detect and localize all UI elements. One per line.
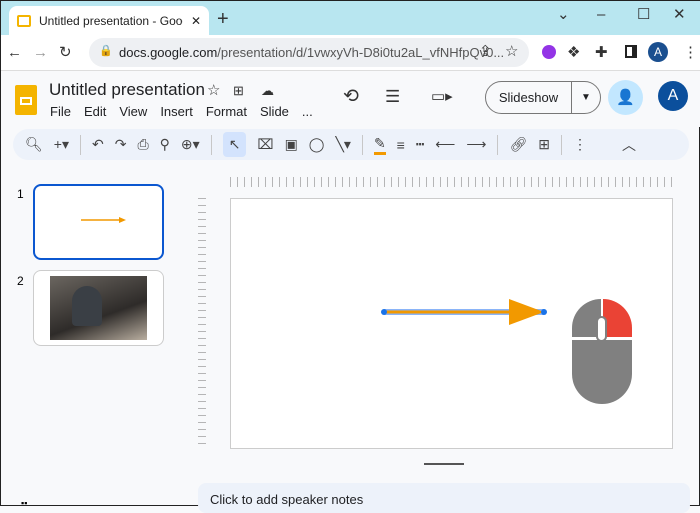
zoom-icon[interactable]: ⊕▾ [181,136,200,153]
menu-file[interactable]: File [50,104,71,119]
image-icon[interactable]: ▣ [285,136,298,153]
divider [361,134,363,155]
close-tab-icon[interactable]: ✕ [191,14,201,28]
close-window-icon[interactable]: ✕ [673,5,686,25]
extensions-puzzle-icon[interactable]: ✚ [595,43,608,63]
undo-icon[interactable]: ↶ [92,136,104,153]
print-icon[interactable]: ⎙ [137,136,148,153]
toolbar: 🔍︎ +▾ ↶ ↷ ⎙ ⚲ ⊕▾ ↖ ⌧ ▣ ◯ ╲▾ ✎ ≡ ┅ ⟵ ⟶ 🔗︎… [13,129,689,160]
notes-resize-handle[interactable] [424,463,464,465]
bookmark-star-icon[interactable]: ☆ [505,42,518,62]
forward-icon[interactable]: → [33,43,48,63]
star-icon[interactable]: ☆ [207,81,220,101]
divider [560,134,562,155]
slides-favicon-icon [17,14,31,27]
border-color-icon[interactable]: ✎ [373,135,386,155]
line-start-icon[interactable]: ⟵ [435,136,455,153]
cloud-status-icon: ☁ [261,83,274,98]
redo-icon[interactable]: ↷ [115,136,127,153]
address-bar-row: ← → ↻ 🔒 docs.google.com/presentation/d/1… [1,35,700,71]
line-end-icon[interactable]: ⟶ [466,136,486,153]
url-input[interactable]: 🔒 docs.google.com/presentation/d/1vwxyVh… [89,38,529,67]
account-avatar[interactable]: A [658,81,688,111]
slide-number: 2 [17,274,24,288]
slideshow-label: Slideshow [486,82,572,113]
horizontal-ruler [230,177,673,187]
menu-more[interactable]: ... [302,104,313,119]
url-path: /presentation/d/1vwxyVh-D8i0tu2aL_vfNHfp… [217,45,505,60]
divider [210,134,212,155]
vertical-ruler [198,198,206,449]
speaker-notes[interactable]: Click to add speaker notes [198,483,690,513]
slide-number: 1 [17,187,24,201]
menu-bar: File Edit View Insert Format Slide... [50,103,326,121]
slide-canvas[interactable] [230,198,673,449]
collapse-toolbar-icon[interactable]: ︿ [622,135,636,155]
comments-icon[interactable]: ☰ [385,87,400,107]
side-panel-icon[interactable] [625,45,637,58]
tab-title: Untitled presentation - Google Sl [39,13,183,28]
arrow-thumbnail [81,217,126,223]
document-title[interactable]: Untitled presentation [49,80,205,100]
version-history-icon[interactable]: ⟲ [343,87,359,107]
text-box-icon[interactable]: ⌧ [257,136,273,153]
slides-logo-icon [15,85,37,115]
divider [79,134,81,155]
search-icon[interactable]: 🔍︎ [25,136,43,153]
browser-menu-icon[interactable]: ⋮ [683,43,698,63]
menu-format[interactable]: Format [206,104,247,119]
grid-view-icon[interactable]: ▪▪ [21,498,27,508]
slide-thumbnail-1[interactable] [33,184,164,260]
border-weight-icon[interactable]: ≡ [397,137,405,153]
docs-header: Untitled presentation ☆ ⊞ ☁ File Edit View… [1,71,700,127]
new-slide-icon[interactable]: +▾ [54,136,69,153]
divider [497,134,499,155]
maximize-icon[interactable]: ☐ [637,5,650,25]
slide-content [381,299,632,404]
move-folder-icon[interactable]: ⊞ [233,81,244,101]
new-tab-icon[interactable]: + [217,9,229,29]
mouse-icon [572,299,632,404]
back-icon[interactable]: ← [7,43,22,63]
selection-handle [381,309,387,315]
extension-icon[interactable] [542,45,556,59]
share-icon[interactable]: ⇪ [479,42,492,62]
shape-icon[interactable]: ◯ [309,136,325,153]
arrow-head [509,299,544,325]
share-add-person-icon[interactable]: 👤 [608,80,643,115]
menu-slide[interactable]: Slide [260,104,289,119]
chevron-down-icon[interactable]: ⌄ [557,5,570,25]
slideshow-button[interactable]: Slideshow ▼ [485,81,601,114]
link-icon[interactable]: 🔗︎ [509,136,527,153]
more-icon[interactable]: ⋮ [573,136,587,153]
selection-handle [541,309,547,315]
slideshow-dropdown-icon[interactable]: ▼ [572,92,600,103]
menu-view[interactable]: View [119,104,147,119]
line-icon[interactable]: ╲▾ [335,136,350,153]
tab-bar: Untitled presentation - Google Sl ✕ + ⌄ … [1,1,700,35]
paint-format-icon[interactable]: ⚲ [160,136,170,153]
meet-camera-icon[interactable]: ▭▸ [431,87,453,107]
menu-insert[interactable]: Insert [160,104,193,119]
menu-edit[interactable]: Edit [84,104,106,119]
add-comment-icon[interactable]: ⊞ [538,136,550,153]
reload-icon[interactable]: ↻ [59,43,72,63]
slide-thumbnail-2[interactable] [33,270,164,346]
select-cursor-icon[interactable]: ↖ [222,132,247,157]
speaker-notes-placeholder: Click to add speaker notes [210,492,364,507]
profile-avatar[interactable]: A [648,42,668,62]
minimize-icon[interactable]: – [597,5,605,25]
photo-thumbnail [50,276,147,340]
browser-tab[interactable]: Untitled presentation - Google Sl ✕ [9,6,209,35]
url-domain: docs.google.com [119,45,218,60]
extension-icon[interactable]: ❖ [567,43,580,63]
border-dash-icon[interactable]: ┅ [416,136,424,153]
lock-icon: 🔒 [99,45,113,57]
